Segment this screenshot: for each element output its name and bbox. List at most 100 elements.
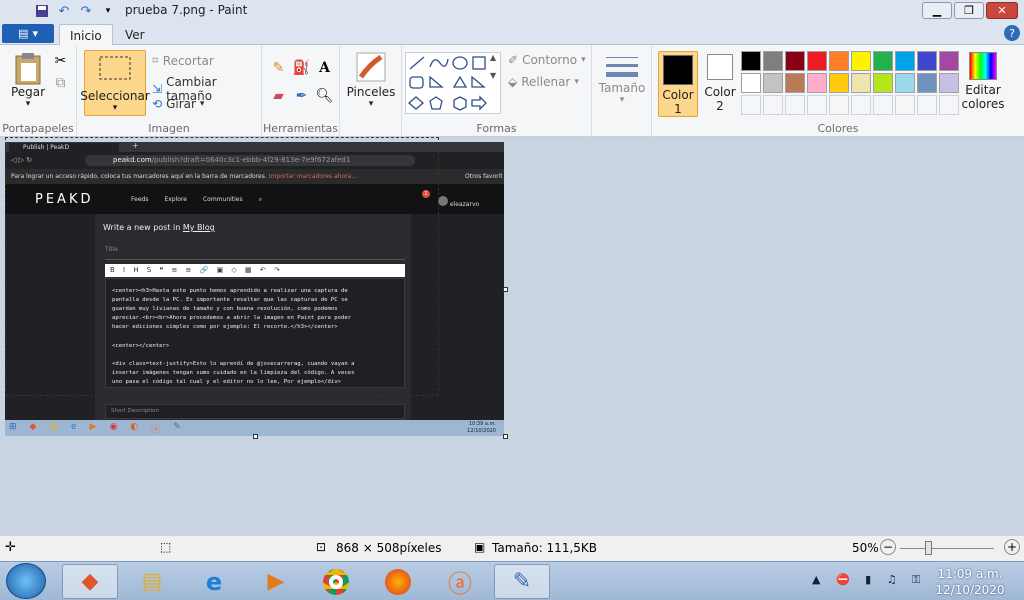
- zoom-out-button[interactable]: −: [880, 539, 896, 555]
- color-swatch[interactable]: [895, 73, 915, 93]
- rotate-button[interactable]: ⟲ Girar ▾: [152, 97, 204, 111]
- copy-icon[interactable]: ⧉: [50, 72, 71, 93]
- zoom-in-button[interactable]: +: [1004, 539, 1020, 555]
- color-swatch[interactable]: [829, 51, 849, 71]
- cut-icon[interactable]: ✂: [50, 50, 71, 71]
- color-swatch[interactable]: [807, 73, 827, 93]
- system-tray-icons[interactable]: ▲ ⛔ ▮ ♫ ⚿: [812, 573, 926, 587]
- color-swatch[interactable]: [785, 73, 805, 93]
- screenshot-clock: 10:39 a.m. 12/10/2020: [467, 421, 496, 434]
- edit-colors-button[interactable]: Editar colores: [960, 52, 1006, 111]
- file-size-icon: ▣: [474, 540, 486, 554]
- taskbar-brave[interactable]: ◆: [62, 564, 118, 599]
- start-button[interactable]: [6, 563, 46, 599]
- color-swatch[interactable]: [785, 95, 805, 115]
- color-swatch[interactable]: [851, 51, 871, 71]
- color-swatch[interactable]: [807, 51, 827, 71]
- color-swatch[interactable]: [917, 95, 937, 115]
- chevron-down-icon: ▾: [112, 103, 118, 113]
- taskbar-paint[interactable]: ✎: [494, 564, 550, 599]
- tab-ver[interactable]: Ver: [115, 24, 155, 46]
- clipboard-icon: [15, 53, 41, 85]
- selection-outline[interactable]: [5, 137, 439, 396]
- size-button[interactable]: Tamaño ▾: [599, 55, 645, 105]
- fill-bucket-icon[interactable]: ⛽: [291, 57, 312, 78]
- color-swatch[interactable]: [741, 95, 761, 115]
- color-swatch[interactable]: [785, 51, 805, 71]
- file-menu-button[interactable]: ▤ ▾: [2, 24, 54, 43]
- group-tools: ✎ ⛽ A ▰ ✒ 🔍︎ Herramientas: [262, 45, 340, 137]
- pencil-icon[interactable]: ✎: [268, 57, 289, 78]
- color-swatch[interactable]: [829, 95, 849, 115]
- zoom-slider-track[interactable]: [900, 548, 994, 549]
- group-label-tools: Herramientas: [263, 122, 338, 135]
- color1-button[interactable]: Color 1: [658, 51, 698, 117]
- magnifier-icon[interactable]: 🔍︎: [314, 85, 335, 106]
- tab-inicio[interactable]: Inicio: [59, 24, 113, 46]
- color-swatch[interactable]: [763, 73, 783, 93]
- brushes-button[interactable]: Pinceles ▾: [347, 51, 395, 109]
- save-icon[interactable]: [34, 3, 50, 19]
- color-swatch[interactable]: [851, 73, 871, 93]
- chrome-icon: [323, 568, 349, 595]
- color-swatch[interactable]: [873, 73, 893, 93]
- resize-handle-right[interactable]: [503, 287, 508, 292]
- color-swatch[interactable]: [873, 51, 893, 71]
- fill-button[interactable]: ⬙ Rellenar ▾: [508, 75, 579, 89]
- text-icon[interactable]: A: [314, 57, 335, 78]
- color-swatch[interactable]: [917, 73, 937, 93]
- color-swatch[interactable]: [807, 95, 827, 115]
- taskbar-avast[interactable]: ⓐ: [432, 564, 488, 599]
- group-size: Tamaño ▾: [592, 45, 652, 137]
- color-swatch[interactable]: [851, 95, 871, 115]
- shapes-icons: [408, 56, 487, 111]
- paste-button[interactable]: Pegar ▾: [8, 51, 48, 109]
- maximize-button[interactable]: ❐: [954, 2, 984, 19]
- redo-icon[interactable]: ↷: [78, 3, 94, 19]
- media-player-icon: ▶: [267, 569, 285, 594]
- outline-icon: ✐: [508, 53, 519, 67]
- shapes-scroll[interactable]: ▲ ▼: [490, 53, 500, 113]
- ribbon-tab-bar: ▤ ▾ Inicio Ver ?: [0, 22, 1024, 46]
- color-palette: [741, 51, 959, 115]
- customize-dropdown-icon[interactable]: ▾: [100, 3, 116, 19]
- color-swatch[interactable]: [741, 73, 761, 93]
- taskbar-media[interactable]: ▶: [248, 564, 304, 599]
- color-swatch[interactable]: [917, 51, 937, 71]
- color-swatch[interactable]: [939, 73, 959, 93]
- resize-handle-bottom[interactable]: [253, 434, 258, 439]
- color-swatch[interactable]: [763, 95, 783, 115]
- color-swatch[interactable]: [939, 95, 959, 115]
- crop-button[interactable]: ⌗ Recortar: [152, 53, 214, 68]
- color-swatch[interactable]: [741, 51, 761, 71]
- group-label-colors: Colores: [817, 122, 859, 135]
- zoom-slider-thumb[interactable]: [925, 541, 932, 555]
- color-swatch[interactable]: [895, 95, 915, 115]
- minimize-button[interactable]: ▁: [922, 2, 952, 19]
- select-button[interactable]: Seleccionar ▾: [80, 50, 150, 116]
- taskbar-firefox[interactable]: [370, 564, 426, 599]
- outline-button[interactable]: ✐ Contorno ▾: [508, 53, 586, 67]
- color-swatch[interactable]: [939, 51, 959, 71]
- resize-handle-corner[interactable]: [503, 434, 508, 439]
- undo-icon[interactable]: ↶: [56, 3, 72, 19]
- color-swatch[interactable]: [873, 95, 893, 115]
- taskbar-explorer[interactable]: ▤: [124, 564, 180, 599]
- chevron-down-icon: ▾: [574, 77, 579, 87]
- color-picker-icon[interactable]: ✒: [291, 85, 312, 106]
- color-swatch[interactable]: [829, 73, 849, 93]
- taskbar-chrome[interactable]: [308, 564, 364, 599]
- taskbar-ie[interactable]: e: [186, 564, 242, 599]
- group-image: Seleccionar ▾ ⌗ Recortar ⇲ Cambiar tamaño …: [77, 45, 262, 137]
- color2-button[interactable]: Color 2: [700, 54, 740, 113]
- canvas-area[interactable]: Publish | PeakD + ◁ ▷ ↻ peakd.com/publis…: [0, 137, 1024, 535]
- taskbar-clock[interactable]: 11:09 a.m. 12/10/2020: [930, 566, 1010, 598]
- color-spectrum-icon: [969, 52, 997, 80]
- color-swatch[interactable]: [763, 51, 783, 71]
- shapes-gallery[interactable]: [405, 52, 501, 114]
- help-icon[interactable]: ?: [1004, 25, 1020, 41]
- close-button[interactable]: ✕: [986, 2, 1018, 19]
- color-swatch[interactable]: [895, 51, 915, 71]
- chevron-down-icon: ▾: [25, 99, 31, 109]
- eraser-icon[interactable]: ▰: [268, 85, 289, 106]
